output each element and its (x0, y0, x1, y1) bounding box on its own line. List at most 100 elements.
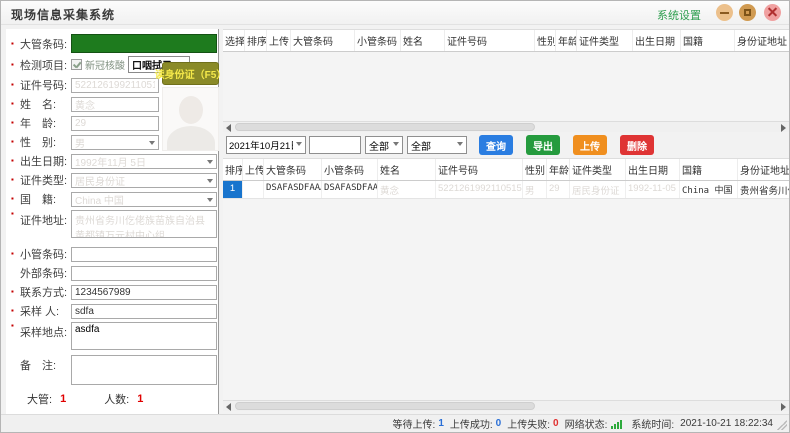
records-panel: 选择 排序 上传 大管条码 小管条码 姓名 证件号码 性别 年龄 证件类型 出生… (223, 29, 789, 414)
form-row-small-tube: ▪ 小管条码: (11, 246, 218, 262)
filter1-select[interactable]: 全部 (365, 136, 403, 154)
title-bar: 现场信息采集系统 系统设置 (1, 1, 789, 25)
form-row-tube: ▪ 大管条码: (11, 34, 218, 53)
form-row-id-address: ▪ 证件地址: 贵州省务川仡佬族苗族自治县黄都镇万元村中心组 (11, 210, 218, 238)
id-type-cell: 居民身份证 (570, 181, 626, 198)
upload-fail-count: 0 (553, 418, 559, 429)
name-input[interactable] (71, 97, 159, 112)
nationality-label: 国 籍: (20, 191, 71, 207)
sample-location-label: 采样地点: (20, 324, 71, 340)
tube-cell: DSAFASDFAAAS (264, 181, 322, 198)
check-icon (75, 62, 81, 69)
scroll-right-icon[interactable] (781, 403, 786, 411)
close-button[interactable] (764, 4, 781, 21)
row-index-cell[interactable]: 1 (223, 181, 243, 198)
read-id-card-button[interactable]: 读身份证（F5） (162, 62, 219, 85)
address-cell: 贵州省务川仡... (738, 181, 790, 198)
chevron-down-icon (207, 179, 213, 183)
collected-table-body (223, 199, 789, 400)
maximize-button[interactable] (739, 4, 756, 21)
external-barcode-input[interactable] (71, 266, 217, 281)
gender-select[interactable]: 男 (71, 135, 159, 150)
chevron-down-icon (149, 141, 155, 145)
sample-location-textarea[interactable]: asdfa (71, 322, 217, 350)
id-type-select[interactable]: 居民身份证 (71, 173, 217, 188)
export-button[interactable]: 导出 (526, 135, 560, 155)
id-number-label: 证件号码: (20, 77, 71, 93)
scroll-left-icon[interactable] (226, 403, 231, 411)
chevron-down-icon (393, 142, 399, 146)
people-count-label: 人数: (104, 391, 129, 407)
name-cell: 黄念 (378, 181, 436, 198)
sampler-label: 采样 人: (20, 303, 71, 319)
upload-fail-label: 上传失败: (507, 416, 550, 431)
pending-table-body (223, 52, 789, 121)
scroll-right-icon[interactable] (781, 124, 786, 132)
sampler-input[interactable] (71, 304, 217, 319)
search-input[interactable] (309, 136, 361, 154)
form-row-sampler: ▪ 采样 人: (11, 303, 218, 319)
id-address-textarea[interactable]: 贵州省务川仡佬族苗族自治县黄都镇万元村中心组 (71, 210, 217, 238)
pending-upload-count: 1 (438, 418, 444, 429)
name-label: 姓 名: (20, 96, 71, 112)
small-tube-cell: DSAFASDFAAAS1 (322, 181, 378, 198)
collected-table-header: 排序 上传 大管条码 小管条码 姓名 证件号码 性别 年龄 证件类型 出生日期 … (223, 158, 789, 181)
id-number-cell: 522126199211051531 (436, 181, 523, 198)
birth-date-label: 出生日期: (20, 153, 71, 169)
birth-cell: 1992-11-05 (626, 181, 680, 198)
people-count-value: 1 (137, 393, 143, 405)
scrollbar-thumb[interactable] (235, 402, 535, 410)
required-bullet: ▪ (11, 40, 20, 48)
filter-toolbar: 2021年10月21日 全部 全部 查询 导出 上传 删除 (223, 132, 789, 158)
filter2-select[interactable]: 全部 (407, 136, 467, 154)
nationality-select[interactable]: China 中国 (71, 192, 217, 207)
small-tube-input[interactable] (71, 247, 217, 262)
id-number-input[interactable] (71, 78, 159, 93)
date-filter-select[interactable]: 2021年10月21日 (226, 136, 306, 154)
query-button[interactable]: 查询 (479, 135, 513, 155)
tube-count-label: 大管: (27, 391, 52, 407)
upload-success-count: 0 (496, 418, 502, 429)
age-input[interactable] (71, 116, 159, 131)
pending-upload-label: 等待上传: (393, 416, 436, 431)
status-bar: 等待上传: 1 上传成功: 0 上传失败: 0 网络状态: 系统时间: 2021… (1, 414, 789, 432)
app-title: 现场信息采集系统 (11, 6, 115, 23)
pending-table-hscrollbar[interactable] (223, 121, 789, 132)
age-cell: 29 (547, 181, 570, 198)
birth-date-picker[interactable]: 1992年11月 5日 (71, 154, 217, 169)
tube-count-value: 1 (60, 393, 66, 405)
entry-form-panel: ▪ 大管条码: ▪ 检测项目: 新冠核酸 口咽拭子 读身份证（F5） ▪ 证件号… (6, 29, 219, 414)
upload-button[interactable]: 上传 (573, 135, 607, 155)
gender-cell: 男 (523, 181, 547, 198)
scroll-left-icon[interactable] (226, 124, 231, 132)
chevron-down-icon (296, 142, 302, 146)
collected-table-hscrollbar[interactable] (223, 400, 789, 411)
col-select[interactable]: 选择 (223, 30, 245, 51)
minimize-icon (720, 12, 729, 14)
delete-button[interactable]: 删除 (620, 135, 654, 155)
id-type-label: 证件类型: (20, 172, 71, 188)
remark-textarea[interactable] (71, 355, 217, 385)
chevron-down-icon (457, 142, 463, 146)
system-settings-link[interactable]: 系统设置 (657, 7, 701, 23)
resize-grip[interactable] (777, 420, 787, 430)
upload-status-cell (243, 181, 264, 198)
id-address-label: 证件地址: (20, 212, 71, 228)
contact-label: 联系方式: (20, 284, 71, 300)
form-row-nationality: ▪ 国 籍: China 中国 (11, 191, 218, 207)
table-row[interactable]: 1 DSAFASDFAAAS DSAFASDFAAAS1 黄念 52212619… (223, 181, 789, 199)
counters-row: 大管: 1 人数: 1 (27, 391, 218, 407)
contact-input[interactable] (71, 285, 217, 300)
scrollbar-thumb[interactable] (235, 123, 535, 131)
app-window: 现场信息采集系统 系统设置 ▪ 大管条码: ▪ 检测项目: 新冠核酸 口咽拭子 … (0, 0, 790, 433)
external-barcode-label: 外部条码: (20, 265, 71, 281)
form-row-remark: 备 注: (11, 355, 218, 385)
maximize-icon (744, 9, 751, 16)
pending-table-header: 选择 排序 上传 大管条码 小管条码 姓名 证件号码 性别 年龄 证件类型 出生… (223, 29, 789, 52)
network-status-label: 网络状态: (565, 416, 608, 431)
calendar-dropdown-icon (207, 160, 213, 164)
minimize-button[interactable] (716, 4, 733, 21)
gender-label: 性 别: (20, 134, 71, 150)
tube-barcode-input[interactable] (71, 34, 217, 53)
covid-checkbox[interactable] (71, 59, 82, 70)
